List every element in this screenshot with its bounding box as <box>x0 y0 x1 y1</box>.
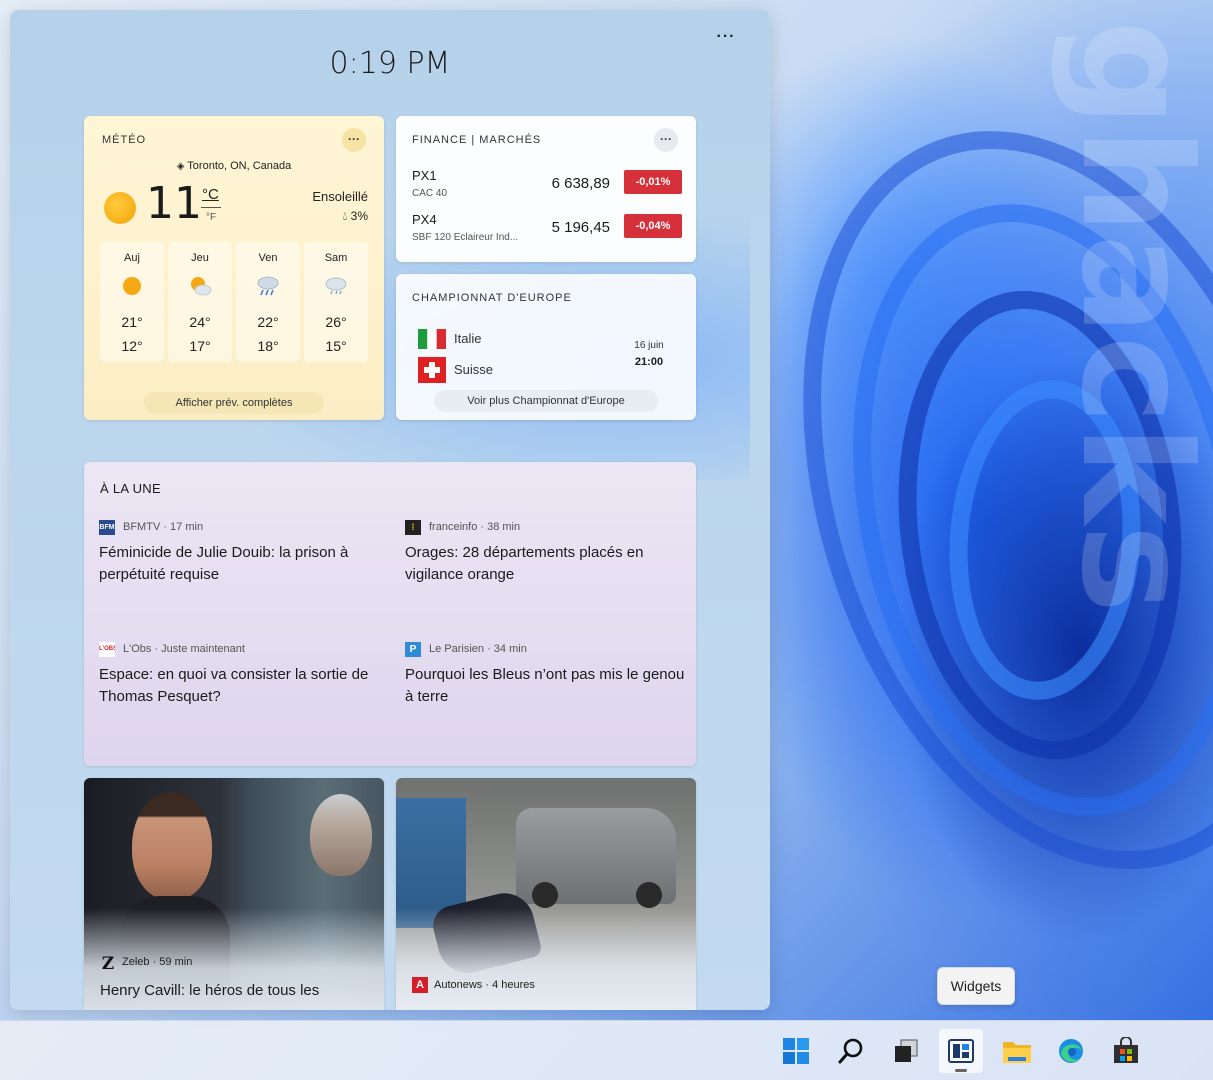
store-icon <box>1114 1037 1138 1063</box>
task-view-icon <box>895 1039 918 1062</box>
image-news-card[interactable]: Z Zeleb · 59 min Henry Cavill: le héros d… <box>84 778 384 1010</box>
image-cards-clip: Z Zeleb · 59 min Henry Cavill: le héros d… <box>10 10 770 1010</box>
taskbar <box>0 1020 1213 1080</box>
image-card-source: Z Zeleb · 59 min <box>100 954 193 974</box>
search-button[interactable] <box>829 1029 873 1073</box>
store-button[interactable] <box>1104 1029 1148 1073</box>
widgets-icon <box>948 1039 974 1063</box>
news-photo-wheel <box>532 882 558 908</box>
start-icon <box>783 1038 809 1064</box>
image-card-source-text: Autonews · 4 heures <box>434 978 535 991</box>
start-button[interactable] <box>774 1029 818 1073</box>
edge-button[interactable] <box>1049 1029 1093 1073</box>
search-icon <box>838 1038 863 1064</box>
image-card-source-text: Zeleb · 59 min <box>122 955 193 968</box>
watermark: ghacks <box>1048 20 1210 614</box>
image-card-headline: Henry Cavill: le héros de tous les <box>100 982 320 999</box>
file-explorer-button[interactable] <box>994 1029 1038 1073</box>
file-explorer-icon <box>1003 1042 1031 1063</box>
image-caption-shade <box>396 908 696 1010</box>
image-card-source: A Autonews · 4 heures <box>412 977 535 993</box>
news-photo-character <box>310 794 372 876</box>
autonews-logo-icon: A <box>412 977 428 993</box>
widgets-button[interactable] <box>939 1029 983 1073</box>
edge-icon <box>1059 1039 1083 1063</box>
widgets-tooltip: Widgets <box>937 967 1015 1005</box>
zeleb-logo-icon: Z <box>101 954 115 974</box>
image-news-card[interactable]: A Autonews · 4 heures <box>396 778 696 1010</box>
news-photo-wheel <box>636 882 662 908</box>
task-view-button[interactable] <box>884 1029 928 1073</box>
news-photo-person <box>132 792 212 900</box>
